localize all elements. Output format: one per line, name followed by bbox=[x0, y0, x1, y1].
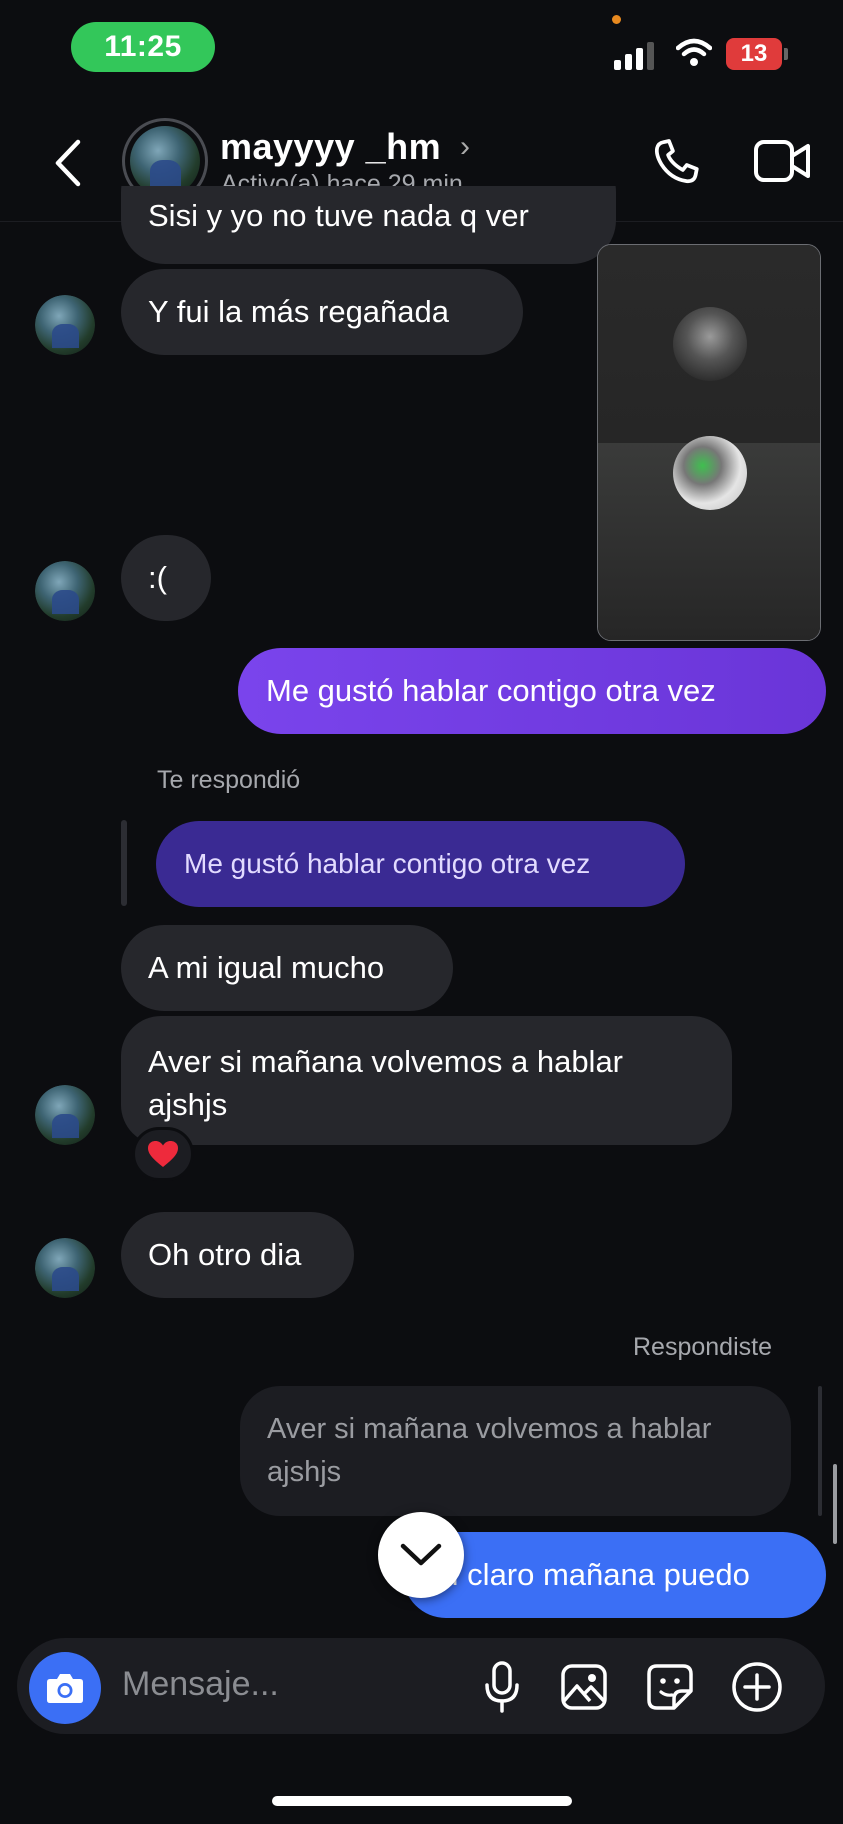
battery-tip bbox=[784, 48, 788, 60]
phone-call-icon[interactable] bbox=[648, 134, 704, 190]
contact-username[interactable]: mayyyy _hm bbox=[220, 126, 441, 168]
home-indicator bbox=[272, 1796, 572, 1806]
back-arrow-icon[interactable] bbox=[48, 138, 88, 188]
chevron-down-icon bbox=[400, 1543, 442, 1566]
scroll-to-bottom-button[interactable] bbox=[378, 1512, 464, 1598]
message-text: A mi igual mucho bbox=[148, 950, 385, 985]
video-call-preview[interactable] bbox=[597, 244, 821, 641]
message-text: Y fui la más regañada bbox=[148, 294, 450, 329]
battery-indicator: 13 bbox=[726, 38, 782, 70]
wifi-icon bbox=[676, 38, 712, 66]
message-text: Aver si mañana volvemos a hablar ajshjs bbox=[148, 1043, 624, 1122]
reply-label: Te respondió bbox=[157, 766, 301, 794]
message-bubble-incoming[interactable]: Y fui la más regañada bbox=[121, 269, 523, 355]
camera-button[interactable] bbox=[29, 1652, 101, 1724]
plus-circle-icon[interactable] bbox=[731, 1661, 783, 1713]
sticker-icon[interactable] bbox=[646, 1663, 694, 1711]
gallery-icon[interactable] bbox=[560, 1663, 608, 1711]
message-bubble-incoming[interactable]: :( bbox=[121, 535, 211, 621]
message-bubble-outgoing[interactable]: Me gustó hablar contigo otra vez bbox=[238, 648, 826, 734]
mic-in-use-indicator bbox=[612, 15, 621, 24]
reply-quote-bar bbox=[121, 820, 127, 906]
message-text: :( bbox=[148, 560, 167, 595]
sender-avatar[interactable] bbox=[35, 561, 95, 621]
sender-avatar[interactable] bbox=[35, 1085, 95, 1145]
video-call-icon[interactable] bbox=[754, 138, 812, 184]
message-bubble-outgoing[interactable]: Si claro mañana puedo bbox=[403, 1532, 826, 1618]
message-text: Me gustó hablar contigo otra vez bbox=[184, 848, 591, 879]
heart-reaction[interactable] bbox=[132, 1127, 194, 1181]
sender-avatar[interactable] bbox=[35, 295, 95, 355]
message-input[interactable]: Mensaje... bbox=[122, 1665, 279, 1704]
microphone-icon[interactable] bbox=[482, 1660, 522, 1714]
message-text: Aver si mañana volvemos a hablar ajshjs bbox=[267, 1413, 712, 1488]
message-text: Me gustó hablar contigo otra vez bbox=[266, 673, 716, 708]
sender-avatar[interactable] bbox=[35, 1238, 95, 1298]
call-participant-avatar bbox=[673, 436, 747, 510]
camera-icon bbox=[47, 1674, 83, 1703]
message-bubble-incoming[interactable]: A mi igual mucho bbox=[121, 925, 453, 1011]
chevron-right-icon[interactable]: › bbox=[460, 130, 470, 164]
cellular-signal-icon bbox=[614, 40, 658, 70]
quoted-message[interactable]: Me gustó hablar contigo otra vez bbox=[156, 821, 685, 907]
heart-icon bbox=[148, 1141, 178, 1167]
message-text: Sisi y yo no tuve nada q ver bbox=[148, 198, 529, 233]
quoted-message[interactable]: Aver si mañana volvemos a hablar ajshjs bbox=[240, 1386, 791, 1516]
call-participant-avatar bbox=[673, 307, 747, 381]
message-bubble-incoming[interactable]: Oh otro dia bbox=[121, 1212, 354, 1298]
message-text: Oh otro dia bbox=[148, 1237, 302, 1272]
status-time: 11:25 bbox=[71, 22, 215, 72]
reply-quote-bar bbox=[818, 1386, 822, 1516]
message-text: Si claro mañana puedo bbox=[431, 1557, 750, 1592]
message-bubble-incoming[interactable]: Aver si mañana volvemos a hablar ajshjs bbox=[121, 1016, 732, 1145]
reply-label: Respondiste bbox=[633, 1333, 772, 1361]
scrollbar[interactable] bbox=[833, 1464, 837, 1544]
